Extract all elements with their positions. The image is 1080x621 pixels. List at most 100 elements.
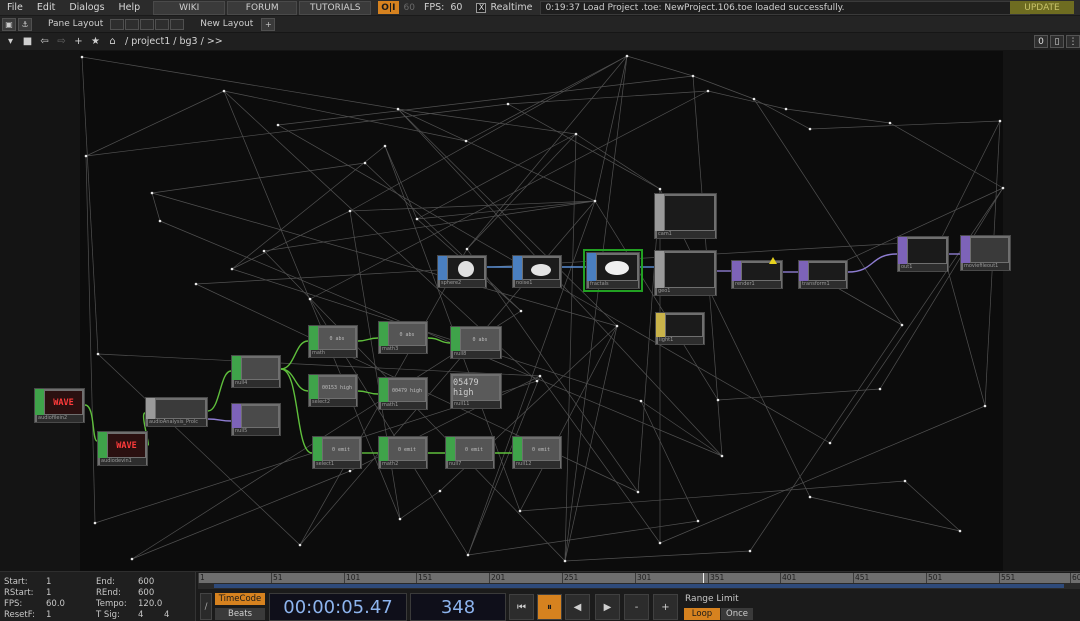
menu-help[interactable]: Help [112, 2, 148, 13]
ruler-tick [780, 573, 781, 583]
layout-triple-icon[interactable] [170, 18, 185, 30]
node-null12[interactable]: 0 emit null12 [512, 436, 562, 469]
tempo-value[interactable]: 120.0 [138, 599, 162, 609]
node-null8[interactable]: 0 abs null8 [450, 326, 502, 359]
beats-button[interactable]: Beats [215, 608, 265, 620]
node-sphere2[interactable]: sphere2 [437, 255, 487, 288]
fps-setting-value[interactable]: 60.0 [46, 599, 65, 609]
frame-display[interactable]: 348 [410, 593, 506, 621]
start-value[interactable]: 1 [46, 577, 51, 587]
node-null7[interactable]: 0 emit null7 [445, 436, 495, 469]
rstart-value[interactable]: 1 [46, 588, 51, 598]
add-layout-button[interactable]: + [261, 17, 276, 31]
node-math1[interactable]: 00479 high math1 [378, 377, 428, 410]
back-arrow-icon[interactable]: ⇦ [38, 35, 51, 48]
range-bar[interactable] [214, 584, 1064, 588]
perform-mode-badge[interactable]: O|I [378, 1, 399, 14]
time-settings-panel: Start: 1 RStart: 1 FPS: 60.0 ResetF: 1 E… [0, 572, 196, 621]
step-back-button[interactable]: ◀ [565, 594, 590, 620]
pause-button[interactable]: ⏸ [537, 594, 562, 620]
layout-split-h-icon[interactable] [125, 18, 140, 30]
playhead[interactable] [703, 573, 704, 583]
home-icon[interactable]: ⌂ [106, 35, 119, 48]
fractal-preview-icon [605, 260, 629, 275]
star-icon[interactable]: ★ [89, 35, 102, 48]
ruler-tick-label: 151 [418, 573, 433, 582]
path-zero-button[interactable]: 0 [1034, 35, 1048, 48]
layout-single-icon[interactable] [110, 18, 125, 30]
warning-icon[interactable] [769, 257, 777, 264]
slower-button[interactable]: - [624, 594, 649, 620]
end-value[interactable]: 600 [138, 577, 154, 587]
to-start-button[interactable]: ⏮ [509, 594, 534, 620]
timeline-ruler[interactable]: 151101151201251301351401451501551600 [198, 573, 1080, 583]
tsig-denominator[interactable]: 4 [164, 610, 169, 620]
network-editor[interactable]: WAVE audiofilein2 WAVE audiodevin1 audio… [0, 51, 1080, 571]
node-select1[interactable]: 0 emit select1 [312, 436, 362, 469]
pane-image-icon[interactable]: ▣ [2, 17, 16, 31]
node-null4[interactable]: null4 [231, 355, 281, 388]
panel-toggle-icon[interactable]: ▯ [1050, 35, 1064, 48]
stop-icon[interactable]: ■ [21, 35, 34, 48]
timeline-toggle-icon[interactable]: / [200, 593, 212, 620]
node-render1[interactable]: render1 [731, 260, 783, 289]
node-audiodevin1[interactable]: WAVE audiodevin1 [97, 431, 148, 466]
node-null11[interactable]: 05479 high null11 [450, 373, 502, 409]
ruler-tick-label: 1 [200, 573, 205, 582]
timeline-panel: Start: 1 RStart: 1 FPS: 60.0 ResetF: 1 E… [0, 571, 1080, 621]
ruler-tick [489, 573, 490, 583]
node-cam1[interactable]: cam1 [654, 193, 717, 239]
node-null5[interactable]: null5 [231, 403, 281, 436]
node-fractals[interactable]: fractals [583, 249, 643, 292]
forum-button[interactable]: FORUM [227, 0, 298, 15]
node-math[interactable]: 0 abs math [308, 325, 358, 358]
realtime-checkbox[interactable]: X [476, 2, 487, 13]
wiki-button[interactable]: WIKI [153, 0, 226, 15]
menu-file[interactable]: File [0, 2, 30, 13]
node-math2[interactable]: 0 emit math2 [378, 436, 428, 469]
layout-quad-icon[interactable] [155, 18, 170, 30]
loop-button[interactable]: Loop [684, 608, 720, 620]
node-light1[interactable]: light1 [655, 312, 705, 345]
network-path[interactable]: / project1 / bg3 / >> [125, 36, 223, 47]
timecode-button[interactable]: TimeCode [215, 593, 265, 605]
add-icon[interactable]: + [72, 35, 85, 48]
forward-arrow-icon[interactable]: ⇨ [55, 35, 68, 48]
pane-layout-label[interactable]: Pane Layout [42, 19, 109, 29]
node-audiofilein2[interactable]: WAVE audiofilein2 [34, 388, 85, 423]
step-forward-button[interactable]: ▶ [595, 594, 620, 620]
node-geo1[interactable]: geo1 [654, 250, 717, 296]
noise-preview-icon [531, 263, 551, 276]
network-wires [80, 54, 1005, 563]
rend-label: REnd: [96, 588, 121, 598]
node-noise1[interactable]: noise1 [512, 255, 562, 288]
fps-target: 60 [403, 2, 415, 13]
menu-edit[interactable]: Edit [30, 2, 62, 13]
resetf-value[interactable]: 1 [46, 610, 51, 620]
tutorials-button[interactable]: TUTORIALS [299, 0, 372, 15]
menu-bar: File Edit Dialogs Help WIKI FORUM TUTORI… [0, 0, 1080, 16]
tsig-numerator[interactable]: 4 [138, 610, 143, 620]
node-out1[interactable]: out1 [897, 236, 949, 272]
once-button[interactable]: Once [721, 608, 753, 620]
rend-value[interactable]: 600 [138, 588, 154, 598]
node-transform1[interactable]: transform1 [798, 260, 848, 289]
range-limit-label: Range Limit [685, 594, 739, 604]
faster-button[interactable]: + [653, 594, 678, 620]
menu-dialogs[interactable]: Dialogs [62, 2, 111, 13]
node-math3[interactable]: 0 abs math3 [378, 321, 428, 354]
chevron-down-icon[interactable]: ▾ [4, 35, 17, 48]
update-button[interactable]: UPDATE [1010, 1, 1074, 14]
node-audioanalysis[interactable]: audioAnalysis_Prolc [145, 397, 208, 427]
rstart-label: RStart: [4, 588, 34, 598]
pane-anchor-icon[interactable]: ⚓ [18, 17, 32, 31]
network-path-bar: ▾ ■ ⇦ ⇨ + ★ ⌂ / project1 / bg3 / >> 0 ▯ … [0, 33, 1080, 51]
menu-dots-icon[interactable]: ⋮ [1066, 35, 1080, 48]
ruler-tick [926, 573, 927, 583]
node-select2[interactable]: 00153 high select2 [308, 374, 358, 407]
new-layout-label[interactable]: New Layout [194, 19, 259, 29]
ruler-tick [271, 573, 272, 583]
node-moviefileout1[interactable]: moviefileout1 [960, 235, 1011, 271]
layout-split-v-icon[interactable] [140, 18, 155, 30]
timecode-display[interactable]: 00:00:05.47 [269, 593, 407, 621]
